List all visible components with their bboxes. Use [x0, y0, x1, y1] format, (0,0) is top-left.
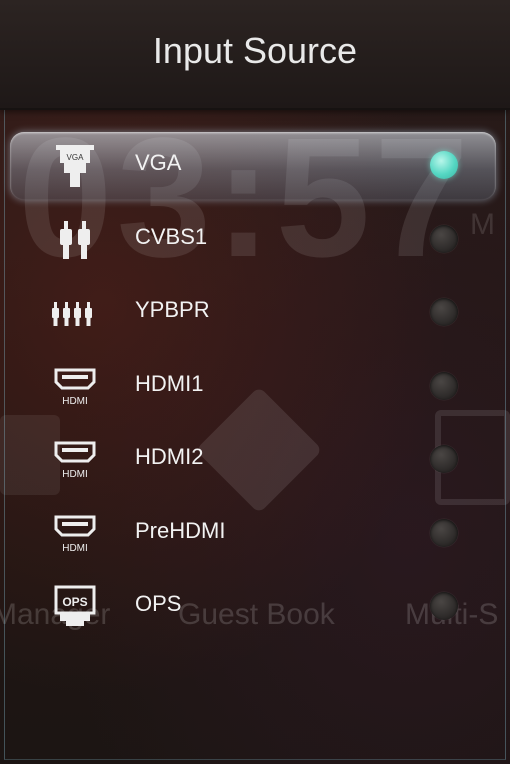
radio-unselected[interactable]: [430, 371, 458, 400]
source-item-vga[interactable]: VGA VGA: [10, 125, 500, 200]
hdmi-icon-text: HDMI: [62, 396, 88, 407]
hdmi-port-icon: HDMI: [50, 511, 100, 559]
source-item-ops[interactable]: OPS OPS: [10, 566, 500, 640]
component-ypbpr-icon: [50, 290, 100, 338]
source-item-hdmi2[interactable]: HDMI HDMI2: [10, 419, 500, 493]
ops-module-icon: OPS: [50, 584, 100, 632]
source-item-ypbpr[interactable]: YPBPR: [10, 272, 500, 346]
radio-unselected[interactable]: [430, 518, 458, 547]
source-label-vga: VGA: [135, 150, 182, 175]
source-label-ypbpr: YPBPR: [135, 297, 210, 322]
source-item-hdmi1[interactable]: HDMI HDMI1: [10, 346, 500, 420]
hdmi-port-icon: HDMI: [50, 437, 100, 485]
hdmi-port-icon: HDMI: [50, 364, 100, 412]
radio-unselected[interactable]: [430, 224, 458, 253]
vga-icon-text: VGA: [67, 153, 85, 162]
source-label-hdmi1: HDMI1: [135, 370, 204, 396]
source-item-cvbs1[interactable]: CVBS1: [10, 199, 500, 273]
dialog-title: Input Source: [152, 30, 358, 71]
hdmi-icon-text: HDMI: [62, 469, 88, 480]
hdmi-icon-text: HDMI: [62, 543, 88, 554]
input-source-screen: 03:57 M Manager Guest Book Multi-S Input…: [0, 0, 510, 764]
vga-connector-icon: VGA: [50, 143, 100, 191]
dialog-header: Input Source: [0, 0, 510, 110]
source-label-hdmi2: HDMI2: [135, 444, 204, 469]
radio-unselected[interactable]: [430, 592, 458, 620]
source-label-cvbs1: CVBS1: [135, 223, 208, 249]
radio-unselected[interactable]: [430, 445, 458, 473]
source-list: VGA VGA CVBS1 YPBPR HDMI HDMI1 HDMI HDMI…: [10, 125, 500, 640]
source-item-prehdmi[interactable]: HDMI PreHDMI: [10, 493, 500, 567]
rca-cvbs-icon: [50, 217, 100, 265]
ops-icon-text: OPS: [62, 595, 87, 609]
source-label-ops: OPS: [135, 591, 182, 616]
source-label-prehdmi: PreHDMI: [135, 517, 226, 543]
radio-unselected[interactable]: [430, 298, 458, 326]
radio-selected[interactable]: [430, 151, 458, 179]
